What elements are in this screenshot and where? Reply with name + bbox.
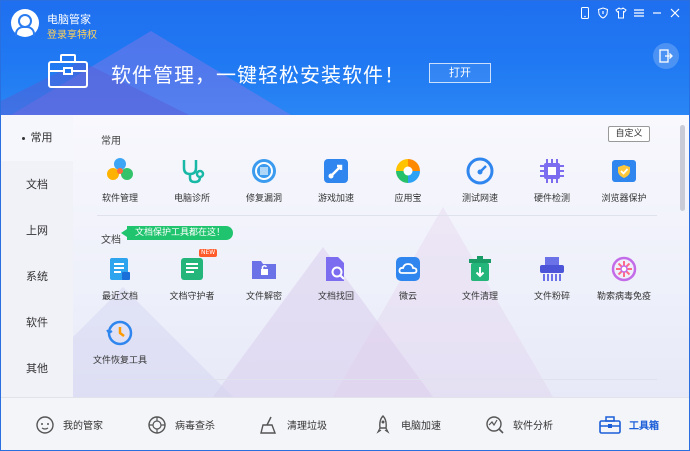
docs-tip-badge: 文档保护工具都在这！ <box>120 226 234 240</box>
close-icon[interactable] <box>669 7 681 19</box>
guard-face-icon <box>36 415 54 434</box>
customize-button[interactable]: 自定义 <box>608 126 650 142</box>
main-window: 电脑管家 登录享特权 软件管理，一键轻松安装软件！ 打开 常用 文档 上网 系统… <box>0 0 690 451</box>
scrollbar[interactable] <box>680 125 685 211</box>
tool-fix-vulnerability[interactable]: 修复漏洞 <box>227 157 301 204</box>
exit-icon[interactable] <box>653 43 679 69</box>
sidebar-item-docs[interactable]: 文档 <box>1 162 73 208</box>
window-controls <box>579 7 681 19</box>
sidebar-item-common[interactable]: 常用 <box>1 115 73 161</box>
tool-file-clean[interactable]: 文件清理 <box>443 255 517 302</box>
tool-pc-clinic[interactable]: 电脑诊所 <box>155 157 229 204</box>
analysis-icon <box>486 415 504 434</box>
sidebar-item-internet[interactable]: 上网 <box>1 208 73 254</box>
section-divider <box>97 379 657 380</box>
login-link[interactable]: 登录享特权 <box>47 26 97 41</box>
recent-docs-icon <box>110 258 130 280</box>
virus-scan-icon <box>148 415 166 434</box>
banner-title: 软件管理，一键轻松安装软件！ <box>111 63 405 87</box>
minimize-icon[interactable] <box>651 7 663 19</box>
new-badge: NEW <box>199 249 218 257</box>
nav-clean-junk[interactable]: 清理垃圾 <box>259 398 327 450</box>
phone-icon[interactable] <box>579 7 591 19</box>
chip-icon <box>540 159 564 183</box>
broom-icon <box>260 416 277 434</box>
background-mountain <box>333 207 553 397</box>
sidebar-item-system[interactable]: 系统 <box>1 254 73 300</box>
shredder-icon <box>540 257 564 281</box>
tool-browser-protect[interactable]: 浏览器保护 <box>587 157 661 204</box>
doc-search-icon <box>326 257 345 281</box>
avatar[interactable] <box>11 9 39 37</box>
tool-game-boost[interactable]: 游戏加速 <box>299 157 373 204</box>
speedometer-icon <box>466 157 494 185</box>
nav-software-analysis[interactable]: 软件分析 <box>485 398 553 450</box>
tool-panel: 常用 自定义 软件管理 电脑诊所 修复漏洞 游戏加速 应用宝 测试网速 硬件检测… <box>73 115 689 397</box>
trash-icon <box>469 256 491 281</box>
software-manager-icon <box>107 158 133 180</box>
open-button[interactable]: 打开 <box>429 63 491 83</box>
sidebar: 常用 文档 上网 系统 软件 其他 <box>1 115 73 397</box>
nav-virus-scan[interactable]: 病毒查杀 <box>147 398 215 450</box>
tool-speed-test[interactable]: 测试网速 <box>443 157 517 204</box>
section-divider <box>97 215 657 216</box>
game-boost-icon <box>324 159 348 183</box>
bottom-nav: 我的管家 病毒查杀 清理垃圾 电脑加速 软件分析 工具箱 <box>1 397 689 450</box>
tool-file-restore[interactable]: 文件恢复工具 <box>83 319 157 366</box>
tool-recent-docs[interactable]: 最近文档 <box>83 255 157 302</box>
tool-ransomware-immune[interactable]: 勒索病毒免疫 <box>587 255 661 302</box>
tool-software-manager[interactable]: 软件管理 <box>83 157 157 204</box>
tool-hardware-check[interactable]: 硬件检测 <box>515 157 589 204</box>
tool-file-decrypt[interactable]: 文件解密 <box>227 255 301 302</box>
cloud-icon <box>396 257 420 281</box>
section-title-common: 常用 <box>101 136 121 147</box>
doc-guardian-icon <box>181 258 203 280</box>
tool-doc-guardian[interactable]: NEW 文档守护者 <box>155 249 229 302</box>
file-restore-icon <box>106 320 133 346</box>
toolbox-icon <box>48 54 88 88</box>
nav-my-guard[interactable]: 我的管家 <box>35 398 103 450</box>
browser-shield-icon <box>612 160 636 182</box>
tool-app-store[interactable]: 应用宝 <box>371 157 445 204</box>
app-title: 电脑管家 <box>47 13 91 26</box>
tool-doc-recover[interactable]: 文档找回 <box>299 255 373 302</box>
header-banner: 电脑管家 登录享特权 软件管理，一键轻松安装软件！ 打开 <box>1 1 689 115</box>
stethoscope-icon <box>182 160 205 184</box>
nav-toolbox[interactable]: 工具箱 <box>599 398 659 450</box>
folder-unlock-icon <box>252 261 276 279</box>
sidebar-item-software[interactable]: 软件 <box>1 300 73 346</box>
section-title-docs: 文档 <box>101 235 121 246</box>
shield-icon[interactable] <box>597 7 609 19</box>
menu-icon[interactable] <box>633 7 645 19</box>
patch-fix-icon <box>252 159 276 183</box>
app-store-icon <box>396 159 420 183</box>
rocket-icon <box>376 414 390 434</box>
skin-icon[interactable] <box>615 7 627 19</box>
sidebar-item-other[interactable]: 其他 <box>1 346 73 392</box>
nav-pc-speedup[interactable]: 电脑加速 <box>373 398 441 450</box>
toolbox-icon <box>599 415 621 434</box>
tool-file-shred[interactable]: 文件粉碎 <box>515 255 589 302</box>
virus-immune-icon <box>611 256 637 282</box>
tool-weiyun[interactable]: 微云 <box>371 255 445 302</box>
